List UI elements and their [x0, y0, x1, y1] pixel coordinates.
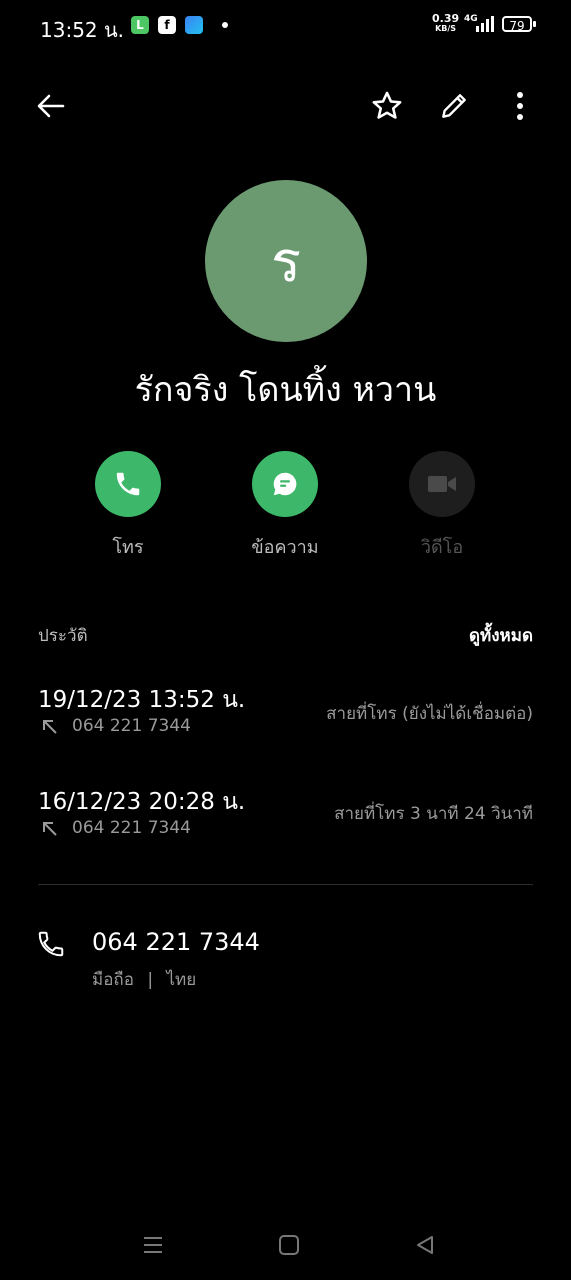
- history-row-1[interactable]: 19/12/23 13:52 น. 064 221 7344 สายที่โทร…: [0, 670, 571, 740]
- call-label: โทร: [112, 537, 144, 558]
- message-label: ข้อความ: [251, 537, 319, 558]
- line-app-icon: L: [131, 16, 149, 34]
- back-button[interactable]: [33, 88, 69, 124]
- menu-lines-icon: [144, 1237, 162, 1253]
- home-button[interactable]: [275, 1231, 303, 1259]
- pencil-icon: [442, 94, 466, 118]
- outgoing-call-arrow-icon: [43, 822, 57, 836]
- history-row-2[interactable]: 16/12/23 20:28 น. 064 221 7344 สายที่โทร…: [0, 772, 571, 842]
- network-speed: 0.39 KB/S: [432, 12, 460, 34]
- battery-nub: [533, 21, 536, 27]
- facebook-app-icon: f: [158, 16, 176, 34]
- phone-number-row[interactable]: [0, 915, 571, 995]
- history-title: ประวัติ: [38, 626, 88, 646]
- signal-bars-icon: [476, 16, 494, 32]
- video-label: วิดีโอ: [420, 537, 464, 558]
- phone-type-line: มือถือ | ไทย: [92, 966, 196, 993]
- call-button[interactable]: [95, 451, 161, 517]
- network-speed-unit: KB/S: [435, 24, 457, 33]
- video-icon: [428, 476, 456, 492]
- notification-dot-icon: [222, 22, 228, 28]
- view-all-link[interactable]: ดูทั้งหมด: [469, 622, 533, 649]
- message-icon: [273, 472, 297, 496]
- recent-apps-button[interactable]: [139, 1231, 167, 1259]
- contact-avatar: ร: [205, 180, 367, 342]
- phone-type-separator: |: [147, 970, 154, 990]
- history-number: 064 221 7344: [72, 818, 191, 838]
- phone-outline-icon: [38, 931, 64, 957]
- history-datetime: 16/12/23 20:28 น.: [38, 789, 246, 815]
- message-button[interactable]: [252, 451, 318, 517]
- history-status: สายที่โทร (ยังไม่ได้เชื่อมต่อ): [326, 704, 533, 724]
- divider: [38, 884, 533, 885]
- battery-indicator: 79: [502, 16, 532, 33]
- star-outline-icon: [372, 91, 402, 119]
- edit-button[interactable]: [436, 88, 472, 124]
- phone-number[interactable]: 064 221 7344: [92, 928, 260, 956]
- phone-icon: [116, 472, 140, 496]
- back-nav-button[interactable]: [411, 1231, 439, 1259]
- favorite-button[interactable]: [369, 88, 405, 124]
- video-button[interactable]: [409, 451, 475, 517]
- history-status: สายที่โทร 3 นาที 24 วินาที: [334, 804, 533, 824]
- status-time: 13:52 น.: [40, 18, 125, 42]
- square-home-icon: [279, 1235, 299, 1255]
- contact-name: รักจริง โดนทิ้ง หวาน: [134, 370, 437, 410]
- history-datetime: 19/12/23 13:52 น.: [38, 687, 246, 713]
- network-speed-value: 0.39: [432, 12, 460, 25]
- phone-country: ไทย: [166, 970, 197, 990]
- phone-type: มือถือ: [92, 970, 134, 990]
- history-number: 064 221 7344: [72, 716, 191, 736]
- more-vertical-icon: [517, 92, 523, 120]
- more-options-button[interactable]: [502, 88, 538, 124]
- triangle-back-icon: [417, 1236, 433, 1254]
- outgoing-call-arrow-icon: [43, 720, 57, 734]
- arrow-left-icon: [37, 94, 65, 118]
- messenger-app-icon: [185, 16, 203, 34]
